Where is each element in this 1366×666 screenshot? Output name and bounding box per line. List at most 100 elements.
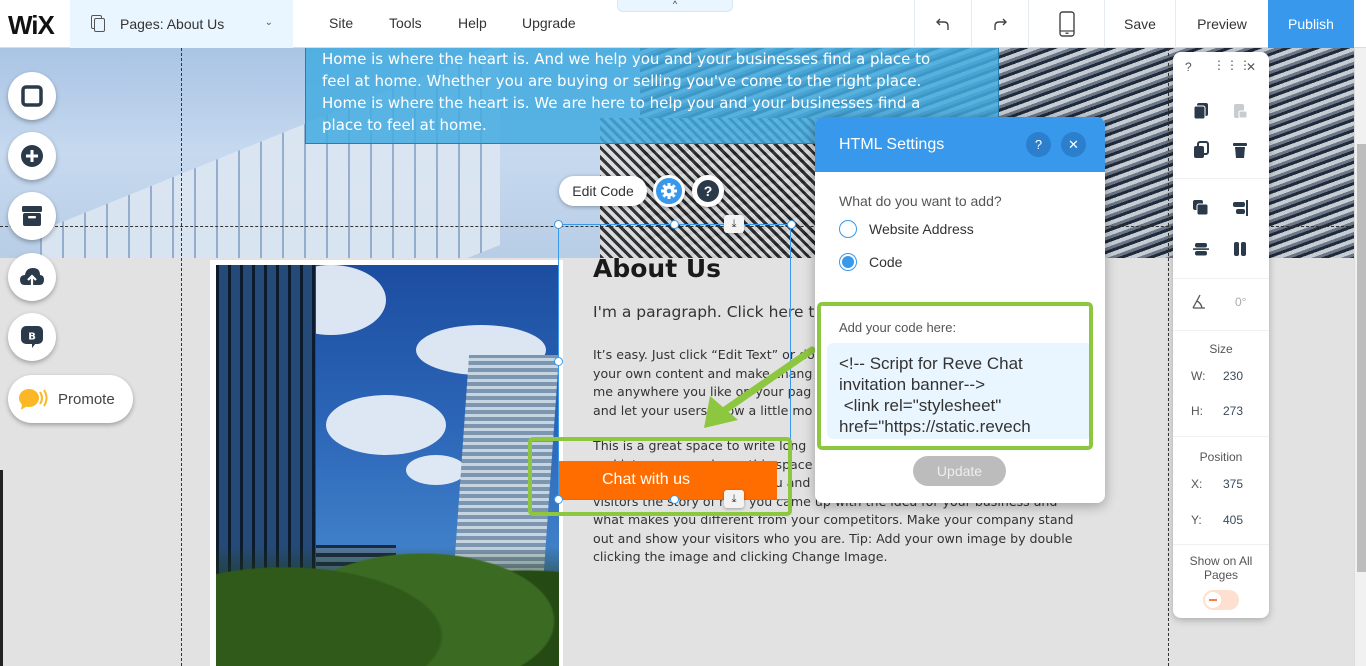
- x-label: X:: [1191, 477, 1203, 491]
- divider: [1173, 278, 1269, 279]
- highlight-annotation-box: [528, 437, 792, 516]
- props-help-button[interactable]: ?: [1185, 60, 1192, 74]
- highlight-annotation-box: [817, 302, 1093, 450]
- page-scrollbar[interactable]: [1354, 48, 1366, 666]
- y-label: Y:: [1191, 513, 1202, 527]
- upload-icon: [20, 268, 44, 286]
- divider: [1173, 330, 1269, 331]
- panel-close-button[interactable]: ✕: [1061, 132, 1086, 157]
- promote-label: Promote: [58, 390, 115, 408]
- hero-text-line: feel at home. Whether you are buying or …: [322, 72, 922, 90]
- position-label: Position: [1199, 450, 1243, 464]
- page-guide-left: [181, 48, 182, 666]
- y-value[interactable]: 405: [1223, 513, 1243, 527]
- left-edge-strip: [0, 470, 3, 666]
- settings-button[interactable]: [653, 175, 685, 207]
- x-value[interactable]: 375: [1223, 477, 1243, 491]
- blog-icon: B: [21, 326, 43, 348]
- divider: [1173, 436, 1269, 437]
- align-right-icon[interactable]: [1231, 199, 1249, 217]
- hero-text-line: Home is where the heart is. And we help …: [322, 50, 931, 68]
- redo-icon: [994, 18, 1007, 30]
- duplicate-icon[interactable]: [1192, 141, 1210, 159]
- size-label: Size: [1209, 342, 1233, 356]
- radio-code[interactable]: Code: [839, 253, 902, 271]
- divider: [1173, 178, 1269, 179]
- update-button[interactable]: Update: [913, 456, 1006, 486]
- collapse-toolbar-button[interactable]: ^: [617, 0, 733, 12]
- paragraph-line: out and show your visitors who you are. …: [593, 530, 1073, 546]
- copy-icon[interactable]: [1192, 102, 1210, 120]
- show-on-all-pages-toggle[interactable]: [1203, 590, 1239, 610]
- height-value[interactable]: 273: [1223, 404, 1243, 418]
- pages-dropdown-label: Pages: About Us: [120, 16, 225, 32]
- distribute-icon[interactable]: [1192, 240, 1210, 258]
- redo-button[interactable]: [971, 0, 1028, 48]
- menu-upgrade[interactable]: Upgrade: [522, 15, 576, 31]
- panel-help-button[interactable]: ?: [1026, 132, 1051, 157]
- resize-handle-top[interactable]: [670, 220, 679, 229]
- gear-icon: [661, 183, 677, 199]
- save-button[interactable]: Save: [1104, 0, 1175, 48]
- menu-help[interactable]: Help: [458, 15, 487, 31]
- anchor-download-icon[interactable]: ⤓: [724, 215, 744, 233]
- props-close-button[interactable]: ✕: [1246, 60, 1256, 74]
- page-guide-right: [1168, 48, 1169, 666]
- menu-site[interactable]: Site: [329, 15, 353, 31]
- skyscrapers-image[interactable]: [216, 265, 559, 666]
- mobile-icon: [1058, 11, 1075, 37]
- resize-handle-top-right[interactable]: [787, 220, 796, 229]
- arrange-icon[interactable]: [1192, 199, 1210, 217]
- divider: [1173, 544, 1269, 545]
- radio-label: Code: [869, 254, 903, 270]
- element-help-button[interactable]: ?: [692, 175, 724, 207]
- image-frame[interactable]: [210, 260, 563, 666]
- svg-text:B: B: [28, 332, 36, 343]
- store-icon: [22, 206, 42, 226]
- radio-website-address[interactable]: Website Address: [839, 220, 974, 238]
- radio-button-selected[interactable]: [839, 253, 857, 271]
- width-value[interactable]: 230: [1223, 369, 1243, 383]
- add-type-question: What do you want to add?: [839, 193, 1002, 209]
- background-icon: [21, 85, 43, 107]
- match-size-icon[interactable]: [1231, 240, 1249, 258]
- panel-title: HTML Settings: [839, 135, 945, 153]
- pages-dropdown[interactable]: Pages: About Us ⌄: [70, 0, 293, 48]
- panel-header: HTML Settings ? ✕: [815, 117, 1105, 172]
- question-icon: ?: [697, 180, 719, 202]
- delete-icon[interactable]: [1231, 141, 1249, 159]
- background-button[interactable]: [8, 72, 56, 120]
- height-label: H:: [1191, 404, 1203, 418]
- blog-button[interactable]: B: [8, 313, 56, 361]
- rotate-angle-icon[interactable]: [1191, 292, 1209, 310]
- hero-text-line: Home is where the heart is. We are here …: [322, 94, 921, 112]
- properties-panel: ? ⋮⋮⋮ ✕ 0° Size W: 230 H: 273 Position X…: [1173, 52, 1269, 618]
- show-on-all-pages-label: Show on All Pages: [1189, 554, 1253, 582]
- mobile-view-button[interactable]: [1028, 0, 1104, 48]
- promote-megaphone-icon: [19, 389, 48, 410]
- menu-tools[interactable]: Tools: [389, 15, 422, 31]
- chevron-down-icon: ⌄: [264, 17, 273, 28]
- rotation-value[interactable]: 0°: [1235, 295, 1246, 309]
- radio-button[interactable]: [839, 220, 857, 238]
- add-button[interactable]: [8, 132, 56, 180]
- wix-logo[interactable]: WiX: [8, 10, 55, 41]
- promote-button[interactable]: Promote: [8, 375, 133, 423]
- annotation-arrow-icon: [704, 346, 816, 428]
- undo-icon: [936, 18, 949, 30]
- resize-handle-left[interactable]: [554, 357, 563, 366]
- resize-handle-top-left[interactable]: [554, 220, 563, 229]
- pages-icon: [90, 15, 108, 33]
- add-icon: [21, 145, 43, 167]
- publish-button[interactable]: Publish: [1268, 0, 1354, 48]
- paragraph-line: clicking the image and clicking Change I…: [593, 549, 888, 564]
- upload-button[interactable]: [8, 253, 56, 301]
- width-label: W:: [1191, 369, 1206, 383]
- undo-button[interactable]: [914, 0, 971, 48]
- radio-label: Website Address: [869, 221, 974, 237]
- scrollbar-thumb[interactable]: [1357, 144, 1366, 572]
- paste-icon[interactable]: [1231, 102, 1249, 120]
- preview-button[interactable]: Preview: [1175, 0, 1268, 48]
- store-button[interactable]: [8, 192, 56, 240]
- edit-code-button[interactable]: Edit Code: [559, 176, 647, 206]
